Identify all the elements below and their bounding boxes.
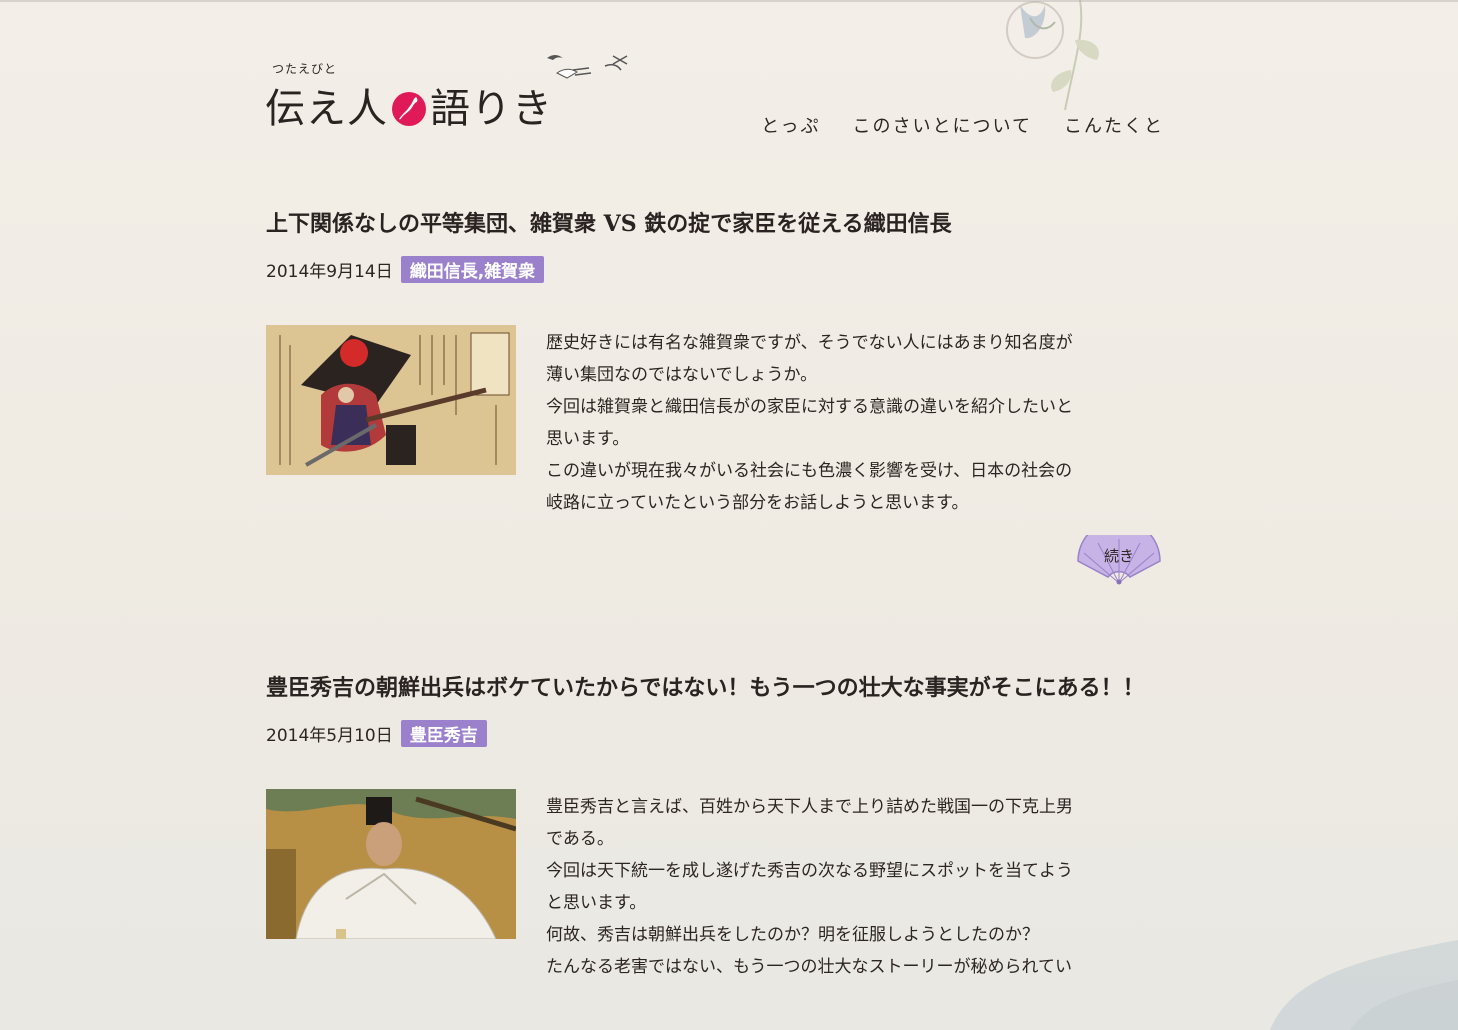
post-excerpt: 歴史好きには有名な雑賀衆ですが、そうでない人にはあまり知名度が 薄い集団なのでは… [546, 327, 1166, 519]
excerpt-line: 豊臣秀吉と言えば、百姓から天下人まで上り詰めた戦国一の下克上男 [546, 797, 1073, 817]
nav-about-link[interactable]: このさいとについて [853, 112, 1032, 138]
mist-decoration [1270, 940, 1458, 1030]
post-meta: 2014年5月10日 豊臣秀吉 [266, 719, 1164, 747]
excerpt-line: 歴史好きには有名な雑賀衆ですが、そうでない人にはあまり知名度が [546, 333, 1073, 353]
tag-oda-nobunaga-link[interactable]: 織田信長 [410, 262, 478, 282]
main-navigation: とっぷ このさいとについて こんたくと [761, 112, 1164, 138]
tag-saikashu-link[interactable]: 雑賀衆 [484, 262, 535, 282]
post-tags: 織田信長,雑賀衆 [400, 255, 545, 283]
logo-title-part1: 伝え人 [265, 86, 388, 132]
post-thumbnail-hideyoshi-portrait[interactable] [266, 789, 516, 939]
post-body: 豊臣秀吉と言えば、百姓から天下人まで上り詰めた戦国一の下克上男 である。 今回は… [266, 789, 1164, 989]
japan-map-icon [392, 92, 426, 126]
excerpt-line: と思います。 [546, 893, 647, 913]
post-article: 豊臣秀吉の朝鮮出兵はボケていたからではない！もう一つの壮大な事実がそこにある！！… [266, 669, 1164, 989]
excerpt-line: である。 [546, 829, 614, 849]
post-title-link[interactable]: 上下関係なしの平等集団、雑賀衆 VS 鉄の掟で家臣を従える織田信長 [266, 205, 1164, 243]
post-title-link[interactable]: 豊臣秀吉の朝鮮出兵はボケていたからではない！もう一つの壮大な事実がそこにある！！ [266, 669, 1164, 707]
logo-title-part2: 語りき [430, 86, 553, 132]
excerpt-line: 今回は雑賀衆と織田信長がの家臣に対する意識の違いを紹介したいと [546, 397, 1073, 417]
tag-toyotomi-hideyoshi-link[interactable]: 豊臣秀吉 [410, 726, 478, 746]
excerpt-line: たんなる老害ではない、もう一つの壮大なストーリーが秘められてい [546, 957, 1072, 977]
read-more-label: 続き [1103, 547, 1134, 565]
read-more-button[interactable]: 続き [1074, 535, 1164, 587]
post-excerpt: 豊臣秀吉と言えば、百姓から天下人まで上り詰めた戦国一の下克上男 である。 今回は… [546, 791, 1166, 983]
logo-title: 伝え人 語りき [265, 76, 553, 134]
hanging-flower-decoration [1006, 0, 1099, 111]
logo-ruby-text: つたえびと [272, 62, 338, 76]
excerpt-line: 思います。 [546, 429, 630, 449]
post-date: 2014年9月14日 [266, 261, 393, 282]
post-article: 上下関係なしの平等集団、雑賀衆 VS 鉄の掟で家臣を従える織田信長 2014年9… [266, 205, 1166, 585]
post-tags: 豊臣秀吉 [400, 719, 487, 747]
site-logo[interactable]: つたえびと 伝え人 語りき [265, 60, 555, 132]
excerpt-line: この違いが現在我々がいる社会にも色濃く影響を受け、日本の社会の [546, 461, 1073, 481]
post-meta: 2014年9月14日 織田信長,雑賀衆 [266, 255, 1164, 283]
excerpt-line: 薄い集団なのではないでしょうか。 [546, 365, 818, 385]
post-thumbnail-samurai-woodblock[interactable] [266, 325, 516, 475]
nav-contact-link[interactable]: こんたくと [1064, 112, 1164, 138]
excerpt-line: 何故、秀吉は朝鮮出兵をしたのか？明を征服しようとしたのか？ [546, 925, 1039, 945]
nav-top-link[interactable]: とっぷ [761, 112, 820, 138]
post-body: 歴史好きには有名な雑賀衆ですが、そうでない人にはあまり知名度が 薄い集団なのでは… [266, 325, 1166, 585]
excerpt-line: 岐路に立っていたという部分をお話しようと思います。 [546, 493, 969, 513]
window-top-border [0, 0, 1458, 2]
flying-birds-decoration [547, 55, 628, 79]
excerpt-line: 今回は天下統一を成し遂げた秀吉の次なる野望にスポットを当てよう [546, 861, 1073, 881]
post-date: 2014年5月10日 [266, 725, 393, 746]
